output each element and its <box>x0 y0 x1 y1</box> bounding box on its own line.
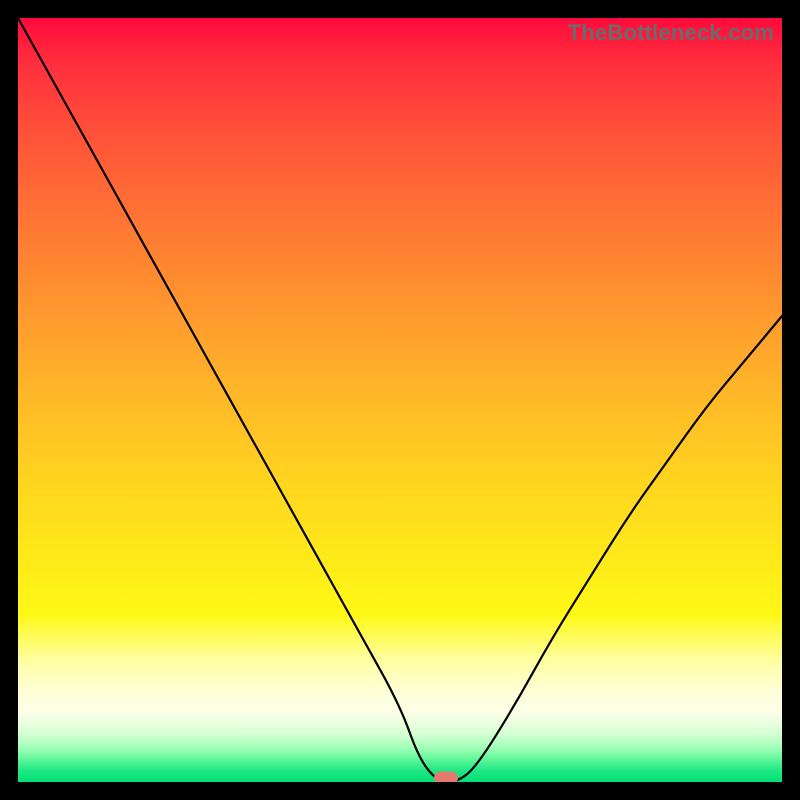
bottleneck-curve <box>18 18 782 782</box>
optimal-marker <box>434 772 458 782</box>
curve-path <box>18 18 782 782</box>
plot-area: TheBottleneck.com <box>18 18 782 782</box>
watermark-text: TheBottleneck.com <box>568 20 774 46</box>
chart-frame: TheBottleneck.com <box>0 0 800 800</box>
